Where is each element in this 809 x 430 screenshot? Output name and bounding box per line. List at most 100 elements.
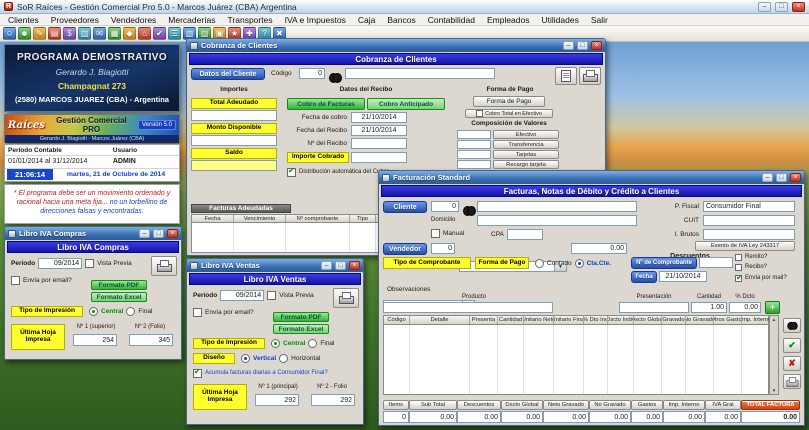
- collections-icon[interactable]: ✉: [93, 27, 106, 40]
- p-fiscal-field[interactable]: Consumidor Final: [703, 201, 795, 212]
- transferencia-field[interactable]: [457, 140, 491, 149]
- items-table-body[interactable]: [383, 325, 769, 395]
- col-unitario-neto[interactable]: Unitario Neto: [524, 316, 554, 324]
- maximize-icon[interactable]: [577, 41, 588, 50]
- ibrutos-field[interactable]: [703, 229, 795, 240]
- efectivo-button[interactable]: Efectivo: [493, 130, 559, 139]
- cliente-button[interactable]: Cliente: [383, 201, 427, 213]
- nro-recibo-field[interactable]: [351, 138, 407, 149]
- final-radio[interactable]: [126, 307, 135, 316]
- tarjetas-button[interactable]: Tarjetas: [493, 150, 559, 159]
- n2-field[interactable]: 292: [311, 394, 355, 406]
- nro-comprobante-field[interactable]: [699, 257, 733, 268]
- minimize-icon[interactable]: [762, 173, 773, 182]
- n1-field[interactable]: 254: [73, 334, 117, 346]
- formato-pdf-button[interactable]: Formato PDF: [273, 312, 329, 322]
- print-button[interactable]: [579, 67, 601, 85]
- col-unitario-final[interactable]: Unitario Final: [554, 316, 584, 324]
- accounting-icon[interactable]: ☰: [168, 27, 181, 40]
- close-icon[interactable]: [591, 41, 602, 50]
- menu-clientes[interactable]: Clientes: [2, 14, 45, 26]
- n1-field[interactable]: 292: [255, 394, 299, 406]
- confirm-button[interactable]: [783, 338, 801, 353]
- cobranza-titlebar[interactable]: Cobranza de Clientes: [187, 39, 605, 52]
- vendedor-button[interactable]: Vendedor: [383, 243, 427, 255]
- minimize-icon[interactable]: [321, 261, 332, 270]
- central-radio[interactable]: [271, 339, 280, 348]
- menu-salir[interactable]: Salir: [585, 14, 614, 26]
- app-titlebar[interactable]: SoR Raíces - Gestión Comercial Pro 5.0 -…: [0, 0, 809, 14]
- periodo-field[interactable]: 09/2014: [38, 258, 82, 269]
- exento-iva-button[interactable]: Exento de IVA Ley 243317: [695, 241, 795, 251]
- vista-previa-checkbox[interactable]: [267, 291, 276, 300]
- cobro-facturas-button[interactable]: Cobro de Facturas: [287, 98, 365, 110]
- search-client-icon[interactable]: [329, 73, 342, 82]
- document-button[interactable]: [555, 67, 577, 85]
- menu-bancos[interactable]: Bancos: [381, 14, 421, 26]
- final-radio[interactable]: [308, 339, 317, 348]
- search-client-icon[interactable]: [463, 206, 476, 215]
- col-otros-gastos[interactable]: Otros Gastos: [714, 316, 742, 324]
- periodo-field[interactable]: 09/2014: [220, 290, 264, 301]
- col-cantidad[interactable]: Cantidad: [498, 316, 524, 324]
- cobro-total-efectivo-button[interactable]: Cobro Total en Efectivo: [465, 109, 553, 118]
- col-imp-interno[interactable]: Imp. Interno: [742, 316, 770, 324]
- orders-icon[interactable]: ▦: [108, 27, 121, 40]
- items-scrollbar[interactable]: [769, 315, 779, 395]
- menu-proveedores[interactable]: Proveedores: [45, 14, 105, 26]
- domicilio-field[interactable]: [477, 215, 637, 226]
- cliente-name-field[interactable]: [345, 68, 495, 79]
- presentacion-field[interactable]: [619, 302, 689, 313]
- col-dscto-global[interactable]: Dscto Global: [634, 316, 662, 324]
- col-presenta[interactable]: Presenta: [470, 316, 498, 324]
- cuit-field[interactable]: [703, 215, 795, 226]
- vista-previa-checkbox[interactable]: [85, 259, 94, 268]
- formato-excel-button[interactable]: Formato Excel: [91, 292, 147, 302]
- datos-cliente-button[interactable]: Datos del Cliente: [191, 68, 265, 80]
- clients-icon[interactable]: ☺: [3, 27, 16, 40]
- distribucion-checkbox[interactable]: [287, 168, 296, 177]
- menu-utilidades[interactable]: Utilidades: [536, 14, 585, 26]
- maximize-icon[interactable]: [775, 2, 788, 12]
- recargo-tarjeta-button[interactable]: Recargo tarjeta: [493, 160, 559, 169]
- fecha-cobro-field[interactable]: 21/10/2014: [351, 112, 407, 123]
- importe-cobrado-field[interactable]: [351, 152, 407, 163]
- col-dscto-indiv[interactable]: Dscto Indiv: [608, 316, 634, 324]
- email-checkbox[interactable]: [11, 276, 20, 285]
- col-no-gravado[interactable]: No Gravado: [686, 316, 714, 324]
- formato-excel-button[interactable]: Formato Excel: [273, 324, 329, 334]
- email-checkbox[interactable]: [193, 308, 202, 317]
- price-list-icon[interactable]: $: [63, 27, 76, 40]
- close-icon[interactable]: [790, 173, 801, 182]
- manual-checkbox[interactable]: [431, 229, 440, 238]
- minimize-icon[interactable]: [563, 41, 574, 50]
- invoice-icon[interactable]: ▥: [78, 27, 91, 40]
- vendedor-code-field[interactable]: 0: [431, 243, 455, 254]
- col-fecha[interactable]: Fecha: [192, 215, 234, 222]
- envia-mail-checkbox[interactable]: [735, 275, 742, 282]
- menu-transportes[interactable]: Transportes: [222, 14, 279, 26]
- col-dto-ind[interactable]: % Dto Ind: [584, 316, 608, 324]
- search-items-button[interactable]: [783, 318, 801, 333]
- cantidad-field[interactable]: 1.00: [691, 302, 727, 313]
- col-gravado[interactable]: Gravado: [662, 316, 686, 324]
- col-tipo[interactable]: Tipo: [350, 215, 376, 222]
- providers-icon[interactable]: ☻: [18, 27, 31, 40]
- cash-icon[interactable]: ◆: [123, 27, 136, 40]
- col-codigo[interactable]: Código: [384, 316, 410, 324]
- n2-field[interactable]: 345: [129, 334, 173, 346]
- menu-contabilidad[interactable]: Contabilidad: [422, 14, 481, 26]
- recibo-checkbox[interactable]: [735, 264, 742, 271]
- cpa-field[interactable]: [507, 229, 543, 240]
- cliente-code-field[interactable]: 0: [431, 201, 459, 212]
- print-button[interactable]: [151, 256, 177, 276]
- cobro-anticipado-button[interactable]: Cobro Anticipado: [367, 98, 445, 110]
- col-vencimiento[interactable]: Vencimiento: [234, 215, 286, 222]
- print-invoice-button[interactable]: [783, 374, 801, 389]
- compras-titlebar[interactable]: Libro IVA Compras: [5, 227, 181, 240]
- contado-radio[interactable]: [535, 259, 544, 268]
- products-icon[interactable]: ▤: [48, 27, 61, 40]
- cobro-total-checkbox[interactable]: [476, 110, 483, 117]
- menu-caja[interactable]: Caja: [352, 14, 381, 26]
- horizontal-radio[interactable]: [279, 354, 288, 363]
